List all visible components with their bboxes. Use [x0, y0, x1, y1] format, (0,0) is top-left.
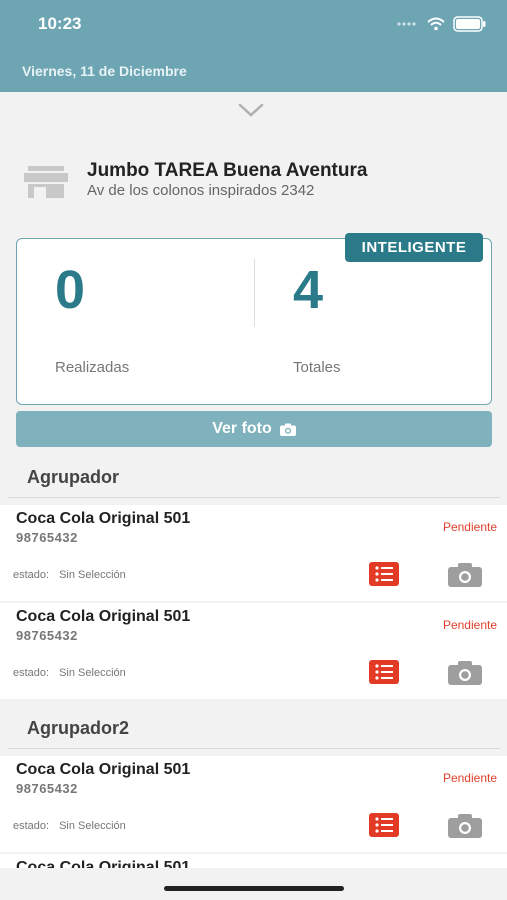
header-bar: 10:23 Viernes, 11 de Diciembre	[0, 0, 507, 92]
item-code: 98765432	[16, 530, 78, 545]
done-label: Realizadas	[55, 359, 130, 376]
group-header: Agrupador2	[27, 718, 130, 738]
estado-label: estado:	[13, 667, 50, 679]
list-icon[interactable]	[369, 660, 399, 684]
chevron-down-icon[interactable]	[238, 103, 264, 117]
home-indicator[interactable]	[164, 886, 344, 891]
group-divider	[8, 748, 500, 749]
estado-label: estado:	[13, 820, 50, 832]
item-name: Coca Cola Original 501	[16, 761, 191, 778]
item-name: Coca Cola Original 501	[16, 510, 191, 527]
total-label: Totales	[293, 359, 341, 376]
store-name: Jumbo TAREA Buena Aventura	[87, 160, 368, 181]
store-icon	[24, 166, 68, 198]
done-count: 0	[55, 260, 86, 320]
estado-label: estado:	[13, 569, 50, 581]
ver-foto-button[interactable]: Ver foto	[16, 411, 492, 447]
list-item[interactable]: Coca Cola Original 501 98765432 Pendient…	[0, 505, 507, 601]
list-icon[interactable]	[369, 562, 399, 586]
estado-value: Sin Selección	[59, 569, 126, 581]
item-code: 98765432	[16, 628, 78, 643]
stats-divider	[254, 259, 255, 327]
item-status: Pendiente	[442, 618, 497, 632]
ver-foto-label: Ver foto	[212, 420, 272, 437]
estado-value: Sin Selección	[59, 667, 126, 679]
camera-icon[interactable]	[448, 814, 482, 838]
item-estado: estado: Sin Selección	[13, 820, 126, 832]
group-header: Agrupador	[27, 467, 119, 487]
list-item[interactable]: Coca Cola Original 501 98765432 Pendient…	[0, 756, 507, 852]
status-time: 10:23	[38, 14, 82, 33]
stats-card: 0 4 Realizadas Totales	[16, 238, 492, 405]
list-item[interactable]: Coca Cola Original 501 98765432 Pendient…	[0, 603, 507, 699]
smart-badge: INTELIGENTE	[345, 233, 483, 262]
item-status: Pendiente	[442, 771, 497, 785]
total-count: 4	[293, 260, 324, 320]
item-code: 98765432	[16, 781, 78, 796]
camera-icon[interactable]	[448, 661, 482, 685]
bottom-safe-area	[0, 868, 507, 900]
item-name: Coca Cola Original 501	[16, 608, 191, 625]
store-address: Av de los colonos inspirados 2342	[87, 182, 315, 199]
item-status: Pendiente	[442, 520, 497, 534]
item-estado: estado: Sin Selección	[13, 667, 126, 679]
item-estado: estado: Sin Selección	[13, 569, 126, 581]
list-icon[interactable]	[369, 813, 399, 837]
camera-icon[interactable]	[448, 563, 482, 587]
battery-icon	[453, 16, 486, 32]
header-date: Viernes, 11 de Diciembre	[22, 63, 187, 79]
group-divider	[8, 497, 500, 498]
signal-icon	[397, 22, 416, 26]
camera-icon	[279, 423, 296, 436]
status-icons	[397, 14, 487, 34]
estado-value: Sin Selección	[59, 820, 126, 832]
wifi-icon	[427, 17, 445, 31]
